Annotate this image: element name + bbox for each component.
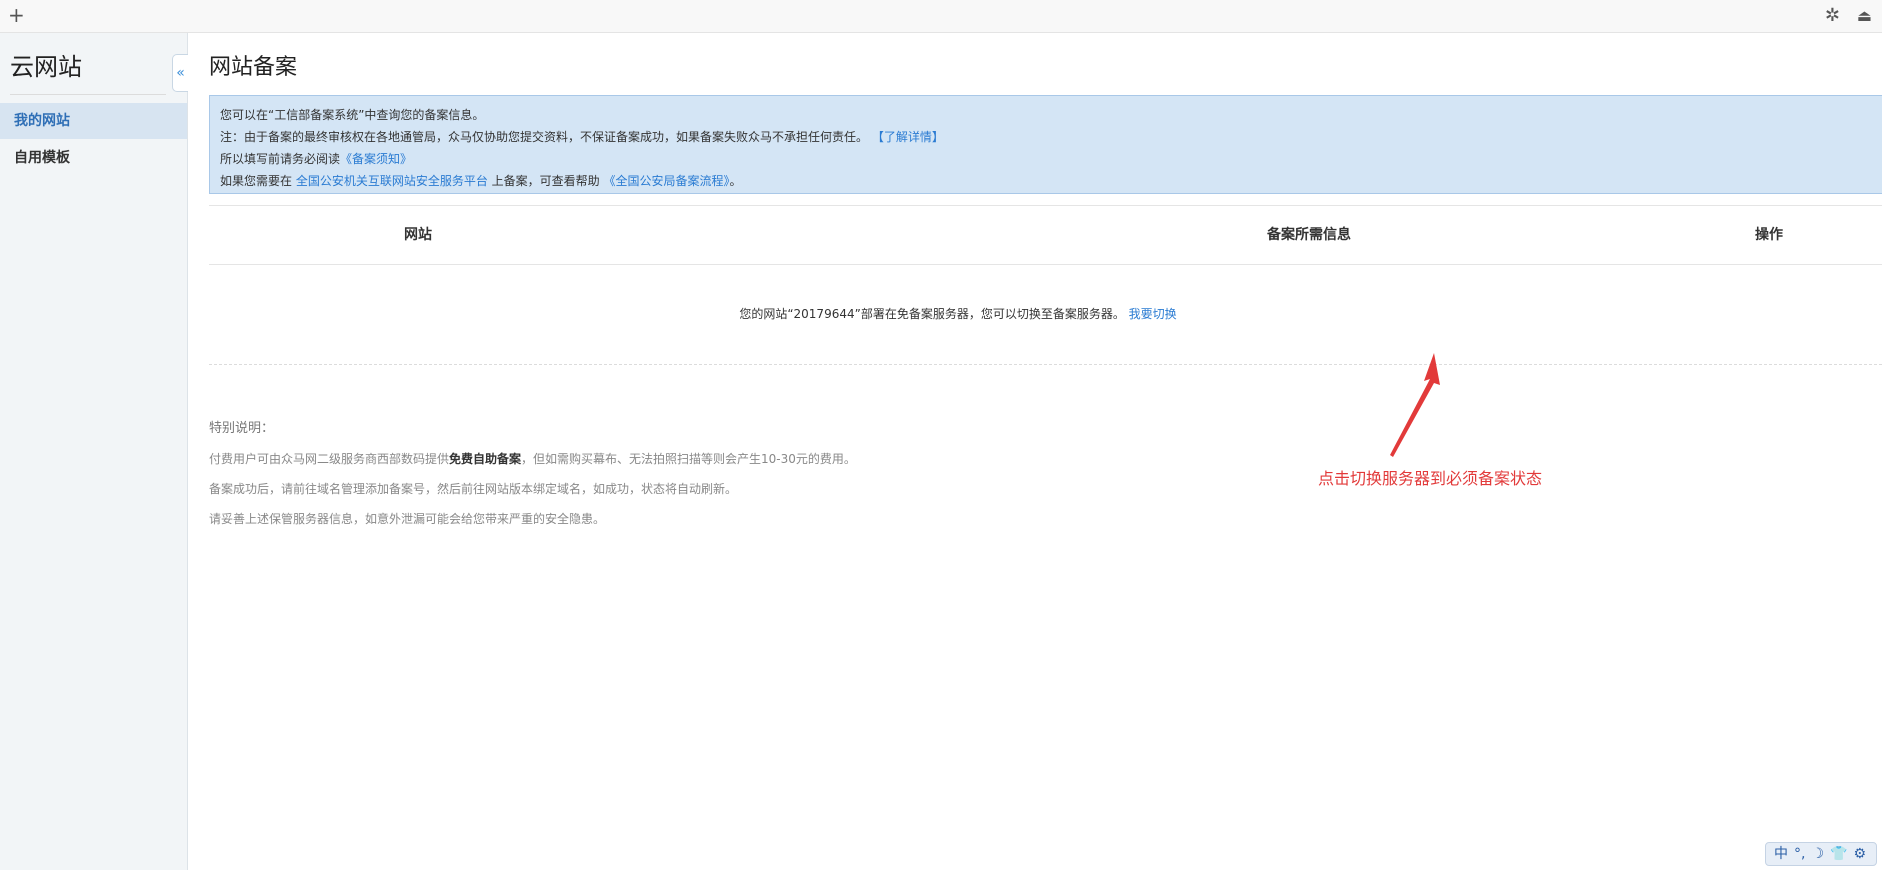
notice-text: 上备案，可查看帮助 [487,174,604,188]
notice-text: 注：由于备案的最终审核权在各地通管局，众马仅协助您提交资料，不保证备案成功，如果… [220,130,869,144]
special-notes: 特别说明： 付费用户可由众马网二级服务商西部数码提供免费自助备案，但如需购买幕布… [209,417,856,540]
ime-toolbar[interactable]: 中 °, ☽ 👕 ⚙ [1765,842,1877,866]
table-header: 网站 备案所需信息 操作 [209,205,1882,265]
note-line-2: 备案成功后，请前往域名管理添加备案号，然后前往网站版本绑定域名，如成功，状态将自… [209,482,738,496]
switch-server-link[interactable]: 我要切换 [1129,307,1177,321]
moon-icon[interactable]: ☽ [1811,846,1824,862]
note-text: ，但如需购买幕布、无法拍照扫描等则会产生10-30元的费用。 [521,452,856,466]
brand-title: 云网站 [10,53,82,81]
column-header-actions: 操作 [1755,227,1783,243]
notes-title: 特别说明： [209,421,275,436]
notice-line-4: 如果您需要在 全国公安机关互联网站安全服务平台 上备案，可查看帮助 《全国公安局… [220,170,1882,192]
column-header-site: 网站 [404,227,432,243]
page-title: 网站备案 [209,55,298,80]
sidebar: 云网站 我的网站 自用模板 [0,33,188,870]
annotation-text: 点击切换服务器到必须备案状态 [1318,469,1543,488]
settings-icon[interactable]: ✲ [1825,6,1840,26]
table-row: 您的网站“20179644”部署在免备案服务器，您可以切换至备案服务器。 我要切… [209,265,1882,365]
note-line-1: 付费用户可由众马网二级服务商西部数码提供免费自助备案，但如需购买幕布、无法拍照扫… [209,450,856,467]
filing-notice-link[interactable]: 《备案须知》 [340,152,412,166]
notice-line-1: 您可以在“工信部备案系统”中查询您的备案信息。 [220,108,485,122]
top-bar: + ✲ ⏏ [0,0,1882,33]
collapse-sidebar-button[interactable]: « [172,54,188,92]
notice-line-2: 注：由于备案的最终审核权在各地通管局，众马仅协助您提交资料，不保证备案成功，如果… [220,126,1882,148]
annotation-arrow [1390,353,1440,457]
server-status-text: 您的网站“20179644”部署在免备案服务器，您可以切换至备案服务器。 [739,307,1125,321]
row-message: 您的网站“20179644”部署在免备案服务器，您可以切换至备案服务器。 我要切… [209,305,1707,322]
note-text: 付费用户可由众马网二级服务商西部数码提供 [209,452,450,466]
learn-more-link[interactable]: 【了解详情】 [872,130,944,144]
divider [10,94,166,95]
police-platform-link[interactable]: 全国公安机关互联网站安全服务平台 [296,174,488,188]
punctuation-icon[interactable]: °, [1794,846,1805,862]
notice-line-3: 所以填写前请务必阅读《备案须知》 [220,148,1882,170]
chinese-mode-icon[interactable]: 中 [1774,846,1788,862]
sidebar-item-templates[interactable]: 自用模板 [0,140,187,176]
eject-icon[interactable]: ⏏ [1857,6,1872,26]
notice-text: 如果您需要在 [220,174,296,188]
column-header-info: 备案所需信息 [1267,227,1351,243]
notice-text: 所以填写前请务必阅读 [220,152,341,166]
settings-icon[interactable]: ⚙ [1853,846,1866,862]
filing-table: 网站 备案所需信息 操作 您的网站“20179644”部署在免备案服务器，您可以… [209,205,1882,365]
plus-icon[interactable]: + [8,3,25,27]
note-bold-text: 免费自助备案 [449,452,522,466]
skin-icon[interactable]: 👕 [1830,846,1847,862]
police-process-link[interactable]: 《全国公安局备案流程》 [603,174,729,188]
main-content: 网站备案 您可以在“工信部备案系统”中查询您的备案信息。 注：由于备案的最终审核… [209,33,1882,870]
note-line-3: 请妥善上述保管服务器信息，如意外泄漏可能会给您带来严重的安全隐患。 [209,512,606,526]
notice-text: 。 [729,174,742,188]
sidebar-item-my-sites[interactable]: 我的网站 [0,103,187,139]
notice-box: 您可以在“工信部备案系统”中查询您的备案信息。 注：由于备案的最终审核权在各地通… [209,95,1882,194]
